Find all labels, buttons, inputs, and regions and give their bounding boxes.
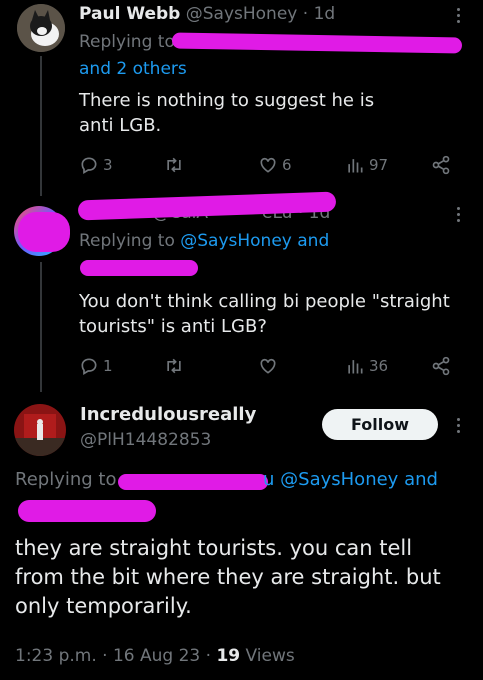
- retweet-button[interactable]: [163, 356, 185, 376]
- reply-button[interactable]: 1: [79, 356, 113, 376]
- handle[interactable]: @PlH14482853: [80, 430, 211, 450]
- redaction-mark: [18, 500, 156, 522]
- share-button[interactable]: [431, 356, 451, 376]
- redaction-mark: [171, 32, 463, 54]
- replying-and: and: [404, 469, 438, 490]
- separator-dot: ·: [302, 4, 309, 24]
- tweet-text: You don't think calling bi people "strai…: [79, 291, 450, 337]
- main-tweet-text: they are straight tourists. you can tell…: [15, 536, 441, 618]
- redaction-mark: [80, 260, 198, 276]
- tweet-text: There is nothing to suggest he is anti L…: [79, 90, 375, 136]
- reply-button[interactable]: 3: [79, 155, 113, 175]
- red-room-photo-icon: [14, 404, 66, 456]
- view-count: 36: [369, 357, 389, 375]
- cat-photo-icon: [17, 4, 65, 52]
- timestamp[interactable]: 1d: [314, 4, 336, 24]
- reply-icon: [81, 358, 97, 375]
- thread-line: [40, 262, 42, 392]
- share-icon: [432, 356, 450, 376]
- reply-count: 3: [103, 156, 113, 174]
- share-button[interactable]: [431, 155, 451, 175]
- like-icon: [260, 157, 276, 173]
- replying-label: Replying to: [79, 231, 175, 251]
- display-name[interactable]: Incredulousreally: [80, 404, 256, 425]
- retweet-icon: [167, 157, 181, 173]
- replying-others-link[interactable]: and 2 others: [79, 59, 187, 79]
- replying-fragment[interactable]: u: [263, 469, 274, 490]
- separator-dot: ·: [102, 646, 108, 666]
- retweet-button[interactable]: [163, 155, 185, 175]
- like-count: 6: [282, 156, 292, 174]
- views-button[interactable]: 97: [345, 155, 388, 175]
- share-icon: [432, 155, 450, 175]
- views-label: Views: [245, 646, 295, 666]
- views-icon: [348, 360, 363, 374]
- view-count: 97: [369, 156, 389, 174]
- views-count: 19: [216, 646, 241, 666]
- replying-label: Replying to: [79, 32, 175, 52]
- follow-label: Follow: [350, 415, 409, 434]
- more-icon[interactable]: [457, 207, 461, 222]
- like-button[interactable]: [258, 356, 278, 376]
- avatar-paul-webb[interactable]: [17, 4, 65, 52]
- replying-user-link[interactable]: @SaysHoney: [180, 231, 292, 251]
- more-icon[interactable]: [457, 418, 461, 433]
- tweet-time[interactable]: 1:23 p.m.: [15, 646, 97, 666]
- more-icon[interactable]: [457, 8, 461, 23]
- handle[interactable]: @SaysHoney: [186, 4, 298, 24]
- separator-dot: ·: [205, 646, 212, 666]
- replying-and: and: [297, 231, 330, 251]
- retweet-icon: [167, 358, 181, 374]
- like-icon: [260, 358, 276, 374]
- reply-icon: [81, 157, 97, 174]
- redaction-mark: [118, 474, 268, 490]
- thread-line: [40, 56, 42, 196]
- replying-label: Replying to: [15, 469, 117, 490]
- display-name[interactable]: Paul Webb: [79, 4, 180, 24]
- tweet-date[interactable]: 16 Aug 23: [113, 646, 200, 666]
- views-button[interactable]: 36: [345, 356, 388, 376]
- replying-user-link[interactable]: @SaysHoney: [280, 469, 398, 490]
- redaction-mark: [18, 212, 70, 252]
- avatar-incredulousreally[interactable]: [14, 404, 66, 456]
- reply-count: 1: [103, 357, 113, 375]
- views-icon: [348, 159, 363, 173]
- follow-button[interactable]: Follow: [322, 409, 438, 440]
- like-button[interactable]: 6: [258, 155, 292, 175]
